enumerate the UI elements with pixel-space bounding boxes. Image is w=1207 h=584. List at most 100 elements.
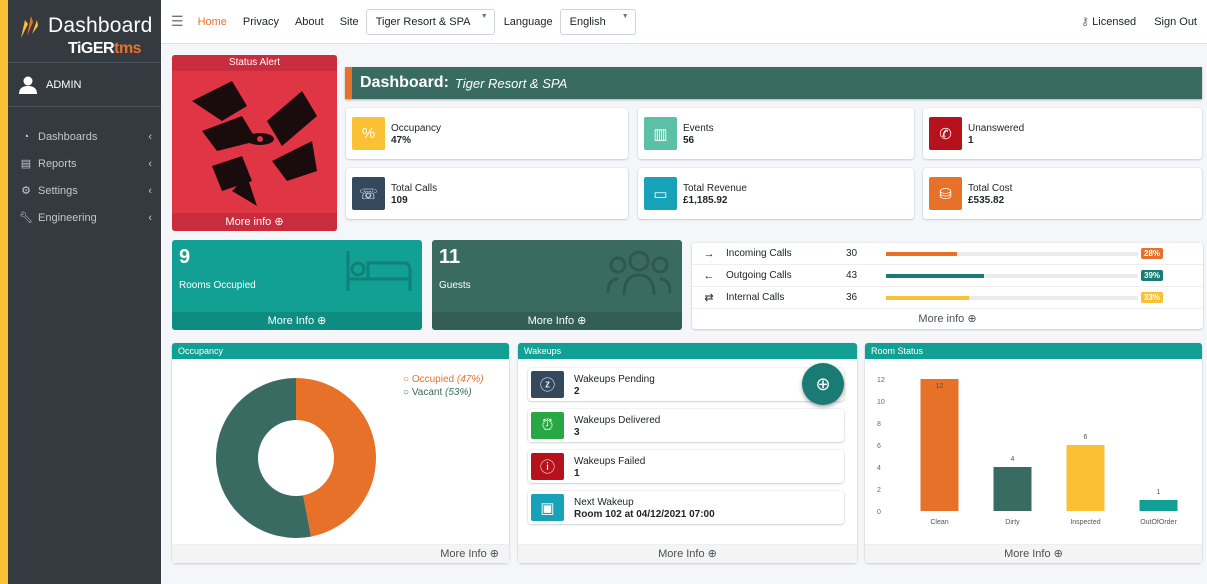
nav-home-link[interactable]: Home: [198, 16, 227, 28]
language-select[interactable]: English ▼: [559, 8, 636, 35]
y-tick-label: 10: [877, 399, 885, 406]
sidebar: Dashboard TiGERtms ADMIN ◔ Dashboards ‹ …: [8, 0, 161, 584]
language-label: Language: [503, 15, 553, 28]
guests-count: 11: [439, 246, 461, 268]
user-name: ADMIN: [46, 78, 82, 91]
page-title-site: Tiger Resort & SPA: [454, 75, 568, 91]
wakeups-more-info-link[interactable]: More Info ⊕: [518, 544, 857, 563]
bed-icon: [346, 251, 412, 291]
wakeup-label: Wakeups Delivered: [574, 414, 661, 426]
wrench-icon: 🔧︎: [19, 212, 33, 224]
info-label: Occupancy: [391, 122, 442, 134]
legend-occupied[interactable]: ○ Occupied (47%): [403, 373, 484, 386]
sidebar-item-settings[interactable]: ⚙ Settings ‹: [8, 177, 161, 204]
wakeup-value: 2: [574, 385, 580, 397]
wakeups-pending-item[interactable]: ⓩ Wakeups Pending 2: [528, 368, 844, 401]
wakeup-label: Wakeups Failed: [574, 455, 646, 467]
user-panel[interactable]: ADMIN: [8, 63, 161, 107]
calls-row-label: Outgoing Calls: [726, 270, 792, 281]
chevron-left-icon: ‹: [148, 130, 152, 143]
bar-inspected[interactable]: [1066, 445, 1105, 511]
info-value: 47%: [391, 134, 412, 146]
wakeup-value: Room 102 at 04/12/2021 07:00: [574, 508, 715, 520]
topbar-right: ⚷ Licensed Sign Out: [1081, 15, 1197, 29]
bar-outoforder[interactable]: [1139, 500, 1178, 511]
user-avatar-icon: [19, 76, 37, 94]
sign-out-link[interactable]: Sign Out: [1154, 16, 1197, 28]
legend-vacant-pct: (53%): [445, 387, 472, 398]
bar-value-label: 12: [936, 383, 944, 390]
wakeups-delivered-item[interactable]: ⏰︎ Wakeups Delivered 3: [528, 409, 844, 442]
y-tick-label: 2: [877, 487, 881, 494]
sidebar-item-engineering[interactable]: 🔧︎ Engineering ‹: [8, 204, 161, 231]
room-status-more-info-link[interactable]: More Info ⊕: [865, 544, 1202, 563]
guests-label: Guests: [439, 280, 471, 291]
language-select-value: English: [569, 15, 606, 28]
legend-occupied-pct: (47%): [456, 374, 484, 385]
info-label: Total Revenue: [683, 182, 747, 194]
site-label: Site: [339, 15, 359, 28]
events-info-box[interactable]: ▥ Events 56: [638, 108, 914, 159]
chevron-left-icon: ‹: [148, 211, 152, 224]
nav-privacy-link[interactable]: Privacy: [243, 16, 279, 28]
coins-icon: ⛁: [929, 177, 962, 210]
info-value: £1,185.92: [683, 194, 728, 206]
clipboard-icon: ▤: [20, 158, 32, 170]
exchange-arrows-icon: ⇄: [704, 292, 714, 304]
rooms-more-info-link[interactable]: More Info ⊕: [172, 312, 422, 330]
arrow-right-icon: →: [703, 247, 715, 260]
occupancy-info-box[interactable]: % Occupancy 47%: [346, 108, 628, 159]
y-tick-label: 0: [877, 509, 881, 516]
donut-slice-occupied[interactable]: [296, 378, 376, 537]
tiger-face-image: [192, 81, 317, 206]
bar-dirty[interactable]: [993, 467, 1032, 511]
wakeups-failed-item[interactable]: ⓘ Wakeups Failed 1: [528, 450, 844, 483]
hamburger-menu-icon[interactable]: ☰: [171, 13, 184, 30]
bar-clean[interactable]: [920, 379, 959, 511]
arrow-left-icon: ←: [703, 269, 715, 282]
brand-subtitle: TiGERtms: [68, 40, 142, 57]
calls-row-label: Incoming Calls: [726, 248, 792, 259]
legend-occupied-label: Occupied: [411, 374, 455, 385]
calls-more-info-link[interactable]: More info ⊕: [692, 309, 1203, 329]
legend-vacant[interactable]: ○ Vacant (53%): [403, 386, 484, 399]
calls-pct-badge: 28%: [1141, 248, 1164, 259]
licensed-link[interactable]: ⚷ Licensed: [1081, 15, 1136, 28]
guests-more-info-link[interactable]: More Info ⊕: [432, 312, 682, 330]
missed-call-icon: ✆: [929, 117, 962, 150]
info-value: 109: [391, 194, 408, 206]
page-title-bar: Dashboard: Tiger Resort & SPA: [345, 67, 1202, 99]
total-revenue-info-box[interactable]: ▭ Total Revenue £1,185.92: [638, 168, 914, 219]
calls-row-count: 30: [846, 248, 858, 259]
total-cost-info-box[interactable]: ⛁ Total Cost £535.82: [923, 168, 1202, 219]
x-category-label: OutOfOrder: [1140, 519, 1177, 526]
calls-row-label: Internal Calls: [726, 292, 785, 303]
unanswered-info-box[interactable]: ✆ Unanswered 1: [923, 108, 1202, 159]
room-status-card: Room Status 0 2 4 6 8 10 12 12 Clean 4 Dirty 6 Inspe…: [865, 343, 1202, 563]
calls-pct-badge: 39%: [1141, 270, 1164, 281]
y-tick-label: 8: [877, 421, 881, 428]
calls-breakdown-card: → Incoming Calls 30 28% ← Outgoing Calls…: [692, 243, 1203, 329]
brand[interactable]: Dashboard TiGERtms: [8, 0, 161, 63]
sidebar-item-dashboards[interactable]: ◔ Dashboards ‹: [8, 123, 161, 150]
add-wakeup-fab-button[interactable]: ⊕: [802, 363, 844, 405]
sidebar-item-reports[interactable]: ▤ Reports ‹: [8, 150, 161, 177]
calls-row-incoming: → Incoming Calls 30 28%: [692, 243, 1203, 265]
nav-about-link[interactable]: About: [295, 16, 324, 28]
bar-value-label: 1: [1157, 489, 1161, 496]
calls-progress-bar: [886, 273, 1138, 278]
status-alert-more-link[interactable]: More info ⊕: [172, 213, 337, 231]
next-wakeup-item[interactable]: ▣ Next Wakeup Room 102 at 04/12/2021 07:0…: [528, 491, 844, 524]
y-tick-label: 4: [877, 465, 881, 472]
x-category-label: Dirty: [1005, 519, 1020, 526]
brand-title: Dashboard: [48, 14, 153, 37]
occupancy-more-info-link[interactable]: More Info ⊕: [172, 544, 509, 563]
main-content: Status Alert More info ⊕ Dashboard: Tige…: [161, 45, 1207, 584]
site-select[interactable]: Tiger Resort & SPA ▼: [365, 8, 495, 35]
info-value: 56: [683, 134, 695, 146]
calls-row-outgoing: ← Outgoing Calls 43 39%: [692, 265, 1203, 287]
occupancy-legend: ○ Occupied (47%) ○ Vacant (53%): [403, 373, 484, 399]
licensed-label: Licensed: [1092, 16, 1137, 28]
total-calls-info-box[interactable]: ☏ Total Calls 109: [346, 168, 628, 219]
wakeup-label: Next Wakeup: [574, 496, 634, 508]
